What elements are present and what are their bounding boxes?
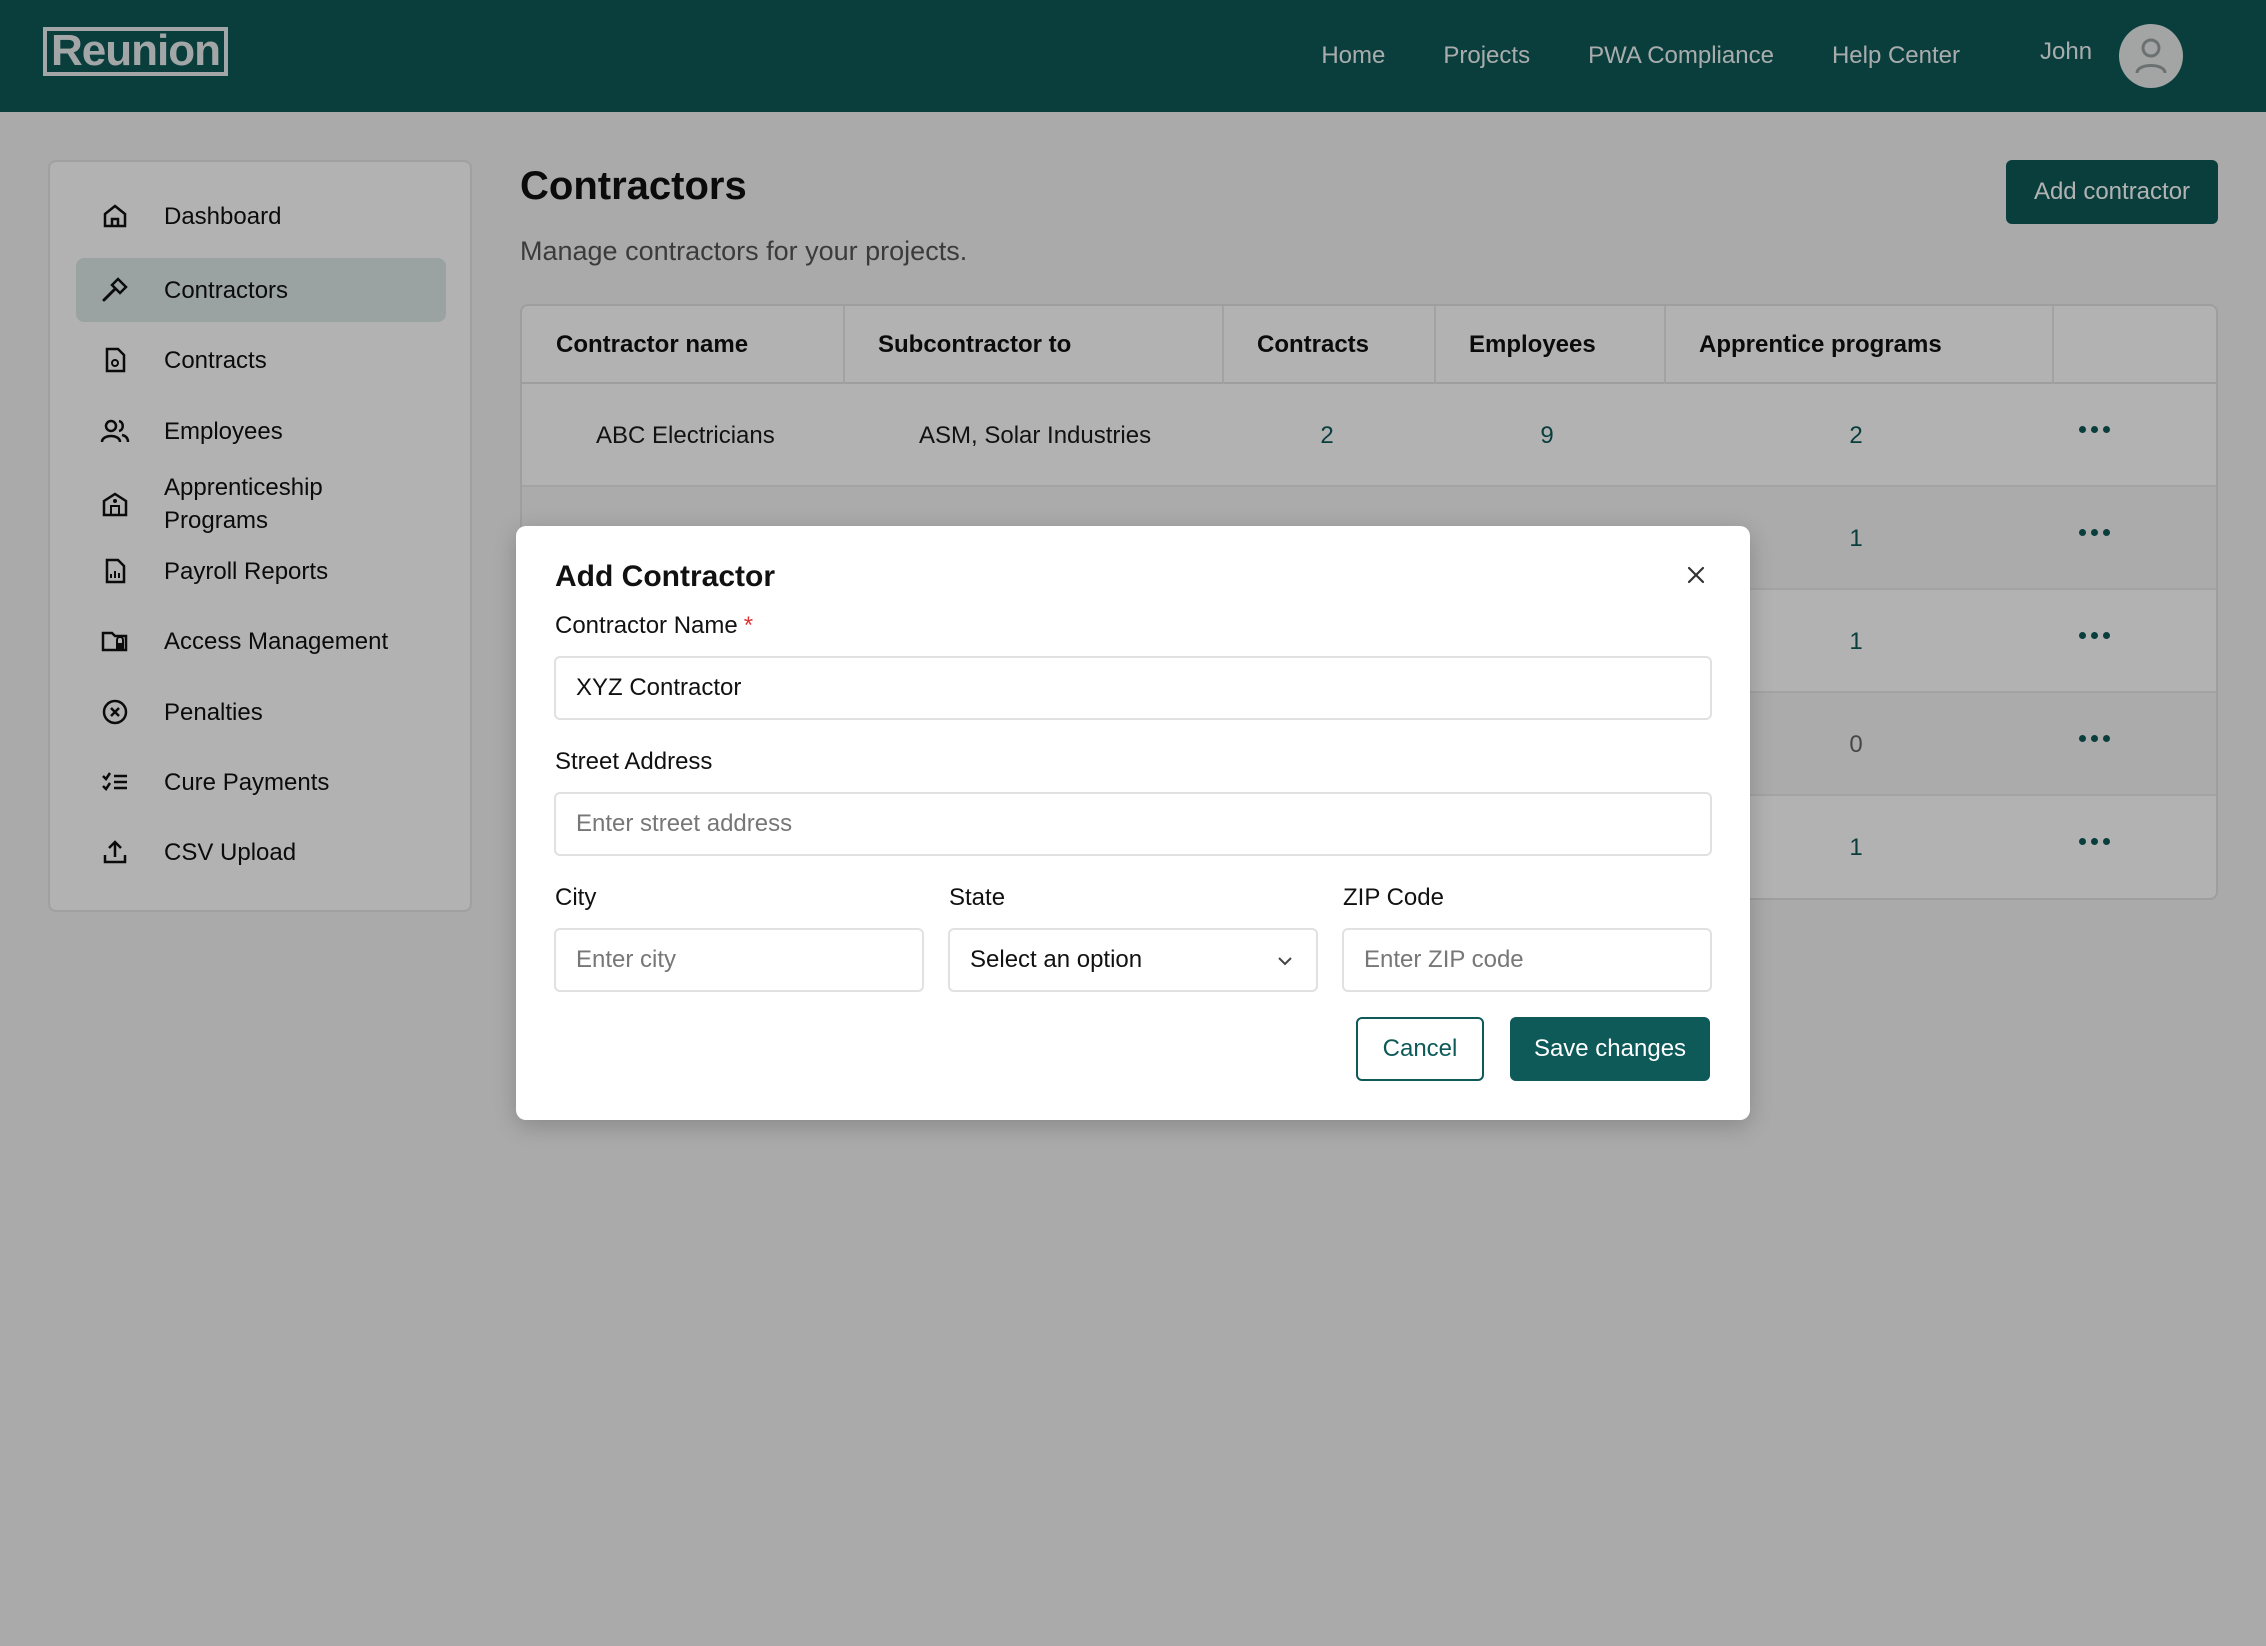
street-address-input[interactable]: [554, 792, 1712, 856]
chevron-down-icon: [1278, 957, 1292, 966]
save-changes-button[interactable]: Save changes: [1510, 1017, 1710, 1081]
contractor-name-input[interactable]: [554, 656, 1712, 720]
cancel-button[interactable]: Cancel: [1356, 1017, 1484, 1081]
add-contractor-dialog: Add Contractor Contractor Name* Street A…: [516, 526, 1750, 1120]
state-select[interactable]: Select an option: [948, 928, 1318, 992]
contractor-name-label: Contractor Name *: [555, 612, 753, 640]
zip-code-input[interactable]: [1342, 928, 1712, 992]
required-indicator: *: [743, 612, 754, 639]
street-address-label: Street Address: [555, 748, 713, 775]
zip-code-label: ZIP Code: [1343, 884, 1444, 911]
contractor-name-label-text: Contractor Name: [555, 612, 738, 639]
close-icon[interactable]: [1684, 563, 1708, 587]
city-label: City: [555, 884, 597, 911]
state-select-value: Select an option: [970, 946, 1143, 973]
dialog-title: Add Contractor: [555, 560, 775, 593]
city-input[interactable]: [554, 928, 924, 992]
state-label: State: [949, 884, 1006, 911]
